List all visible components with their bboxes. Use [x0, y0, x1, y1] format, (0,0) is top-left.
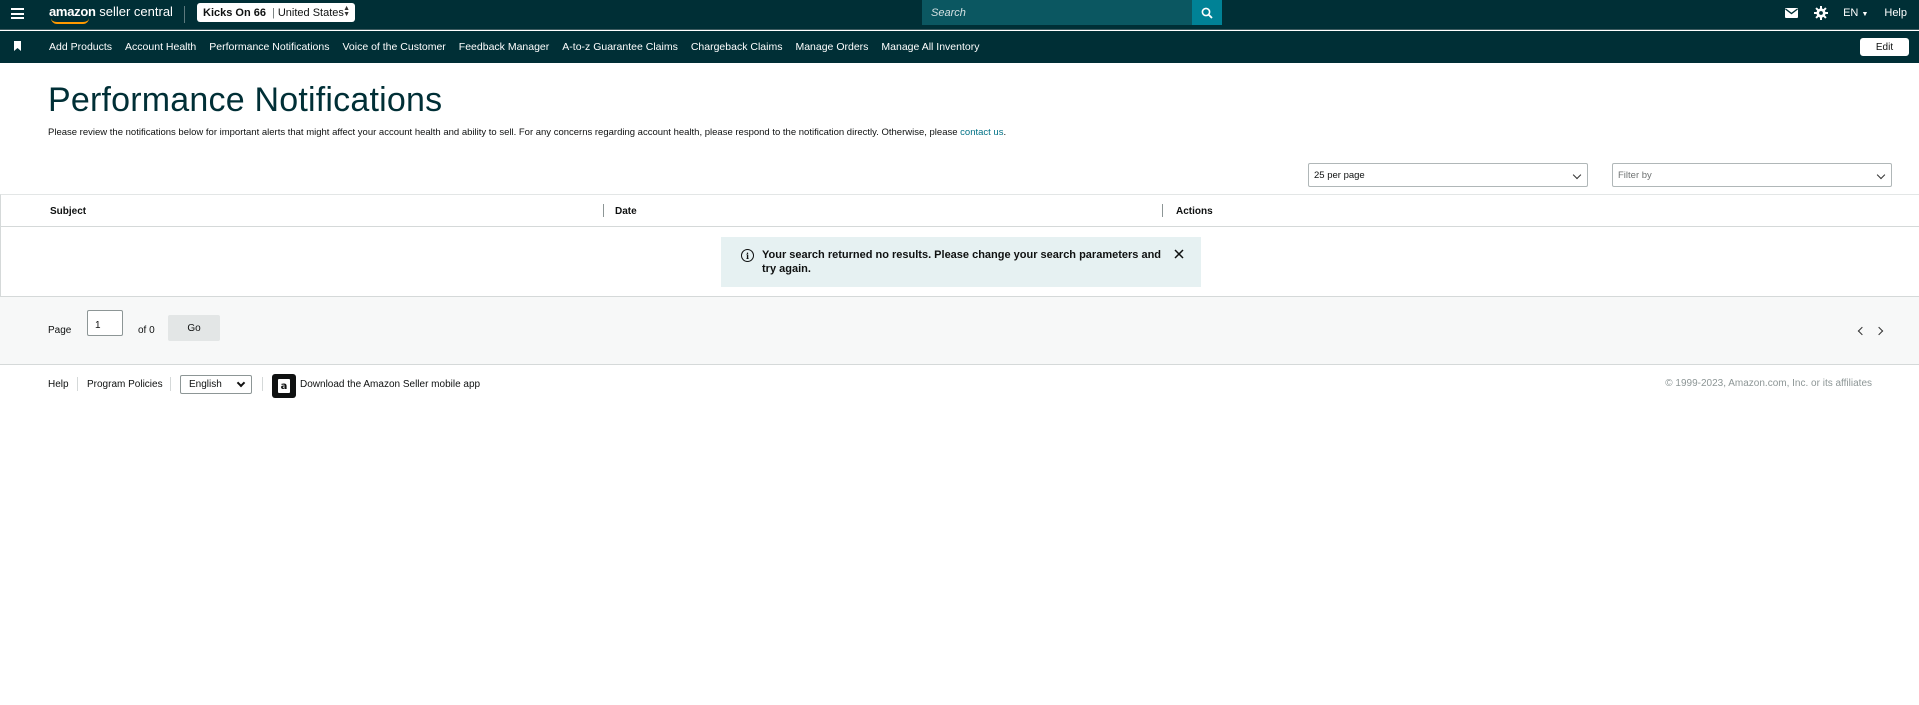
help-link[interactable]: Help — [1884, 7, 1907, 19]
footer-help-link[interactable]: Help — [48, 379, 69, 390]
chevron-down-icon — [1876, 170, 1886, 180]
nav-feedback-manager[interactable]: Feedback Manager — [459, 41, 549, 53]
chevron-left-icon[interactable] — [1857, 326, 1867, 336]
language-label: EN — [1843, 6, 1859, 19]
top-bar: amazon seller central Kicks On 66 | Unit… — [0, 0, 1919, 30]
nav-voice-of-customer[interactable]: Voice of the Customer — [342, 41, 445, 53]
close-icon[interactable] — [1173, 248, 1185, 260]
language-selector[interactable]: EN ▼ — [1843, 7, 1868, 19]
nav-items: Add Products Account Health Performance … — [49, 31, 992, 63]
updown-icon: ▲ ▼ — [343, 5, 350, 18]
footer-divider — [170, 377, 171, 391]
info-icon: i — [741, 249, 754, 262]
nav-manage-orders[interactable]: Manage Orders — [795, 41, 868, 53]
copyright-text: © 1999-2023, Amazon.com, Inc. or its aff… — [1665, 378, 1872, 389]
column-divider — [1162, 204, 1163, 217]
search-button[interactable] — [1192, 0, 1222, 25]
nav-manage-inventory[interactable]: Manage All Inventory — [881, 41, 979, 53]
no-results-alert: i Your search returned no results. Pleas… — [721, 237, 1201, 287]
logo-smile — [51, 18, 89, 24]
logo-text: seller central — [99, 4, 173, 19]
footer: Help Program Policies English a Download… — [0, 366, 1919, 406]
page-count: of 0 — [138, 325, 155, 336]
column-subject[interactable]: Subject — [50, 206, 86, 217]
description-end: . — [1003, 127, 1007, 138]
chevron-down-icon — [236, 378, 246, 388]
search-input[interactable]: Search — [922, 0, 1192, 25]
footer-divider — [262, 377, 263, 391]
page-label: Page — [48, 325, 72, 336]
nav-a-to-z-claims[interactable]: A-to-z Guarantee Claims — [562, 41, 678, 53]
search-icon — [1201, 7, 1213, 19]
column-divider — [603, 204, 604, 217]
download-app-link[interactable]: Download the Amazon Seller mobile app — [300, 379, 480, 390]
store-switcher[interactable]: Kicks On 66 | United States ▲ ▼ — [197, 3, 355, 22]
table-body: i Your search returned no results. Pleas… — [0, 227, 1919, 297]
column-actions: Actions — [1176, 206, 1213, 217]
page-number-input[interactable] — [87, 310, 123, 336]
page-title: Performance Notifications — [48, 81, 443, 119]
mail-icon[interactable] — [1783, 5, 1799, 21]
seller-central-logo[interactable]: amazon seller central — [49, 4, 173, 24]
footer-divider — [77, 377, 78, 391]
nav-performance-notifications[interactable]: Performance Notifications — [209, 41, 329, 53]
edit-button[interactable]: Edit — [1860, 38, 1909, 56]
caret-down-icon: ▼ — [1861, 10, 1869, 18]
filter-placeholder: Filter by — [1618, 169, 1652, 181]
amazon-app-icon[interactable]: a — [272, 374, 296, 398]
table-header: Subject Date Actions — [0, 194, 1919, 227]
bookmark-icon[interactable] — [14, 41, 21, 51]
logo-divider — [184, 6, 185, 23]
logo-amazon: amazon — [49, 4, 96, 19]
top-right-controls: EN ▼ Help — [1783, 0, 1919, 25]
per-page-select[interactable]: 25 per page — [1308, 163, 1588, 187]
per-page-value: 25 per page — [1314, 169, 1365, 181]
filter-select[interactable]: Filter by — [1612, 163, 1892, 187]
column-date[interactable]: Date — [615, 206, 637, 217]
program-policies-link[interactable]: Program Policies — [87, 379, 163, 390]
description-text: Please review the notifications below fo… — [48, 127, 961, 138]
chevron-down-icon — [1572, 170, 1582, 180]
footer-language-select[interactable]: English — [180, 375, 252, 394]
alert-message: Your search returned no results. Please … — [762, 249, 1162, 275]
menu-icon[interactable] — [11, 8, 24, 19]
nav-account-health[interactable]: Account Health — [125, 41, 196, 53]
page-description: Please review the notifications below fo… — [48, 127, 1006, 138]
go-button[interactable]: Go — [168, 315, 220, 341]
chevron-right-icon[interactable] — [1874, 326, 1884, 336]
nav-bar: Add Products Account Health Performance … — [0, 31, 1919, 63]
nav-chargeback-claims[interactable]: Chargeback Claims — [691, 41, 783, 53]
contact-us-link[interactable]: contact us — [960, 127, 1003, 138]
footer-language-value: English — [189, 379, 222, 390]
nav-add-products[interactable]: Add Products — [49, 41, 112, 53]
store-separator: | — [271, 6, 275, 19]
store-name: Kicks On 66 — [203, 6, 266, 19]
pagination-bar: Page of 0 Go — [0, 297, 1919, 365]
store-region: United States — [277, 6, 344, 19]
gear-icon[interactable] — [1813, 5, 1829, 21]
